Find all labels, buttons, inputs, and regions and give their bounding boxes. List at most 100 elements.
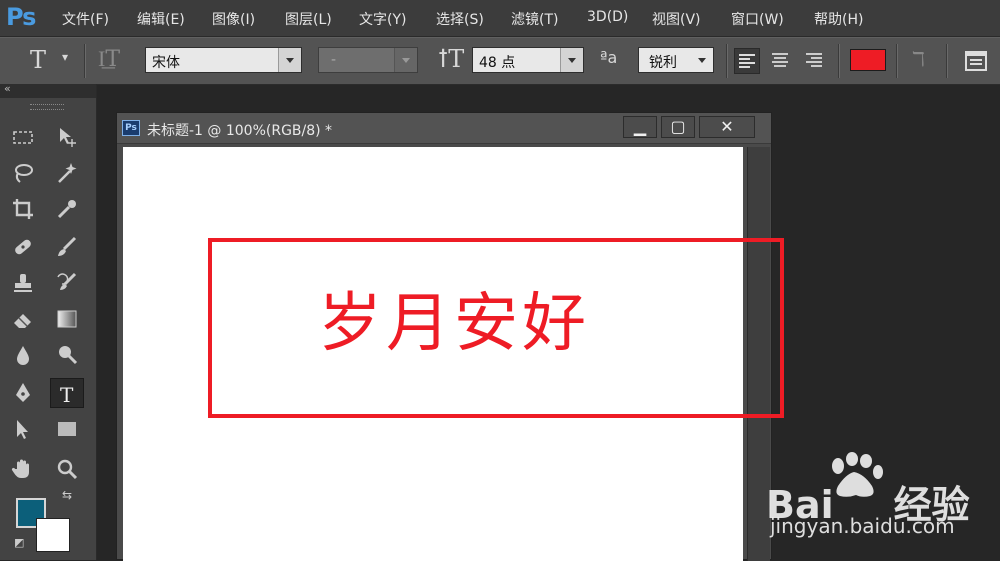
watermark-url: jingyan.baidu.com (770, 514, 955, 538)
align-right-button[interactable] (802, 48, 828, 74)
align-left-button[interactable] (734, 48, 760, 74)
menu-type[interactable]: 文字(Y) (359, 9, 406, 29)
align-center-icon (772, 53, 788, 67)
text-color-swatch[interactable] (850, 49, 886, 71)
menu-view[interactable]: 视图(V) (652, 9, 701, 29)
chevron-down-icon (278, 48, 301, 72)
menu-filter[interactable]: 滤镜(T) (511, 9, 558, 29)
eraser-tool[interactable] (6, 304, 40, 334)
stamp-icon (14, 274, 32, 292)
pen-tool[interactable] (6, 378, 40, 408)
gradient-tool[interactable] (50, 304, 84, 334)
gradient-icon (57, 310, 77, 328)
font-family-value: 宋体 (152, 55, 180, 71)
separator (946, 44, 948, 78)
magic-wand-icon (58, 163, 77, 183)
type-tool-preset-icon[interactable]: T (30, 46, 46, 74)
history-brush-icon (57, 272, 77, 290)
maximize-button[interactable]: ▢ (661, 116, 695, 138)
rectangle-icon (58, 422, 76, 436)
antialias-select[interactable]: 锐利 (638, 47, 714, 73)
arrow-pointer-icon (17, 420, 28, 439)
pen-icon (16, 383, 30, 402)
photoshop-logo: Ps (6, 3, 36, 31)
eyedropper-icon (57, 200, 76, 219)
lasso-tool[interactable] (6, 158, 40, 188)
clone-stamp-tool[interactable] (6, 268, 40, 298)
grip-handle[interactable] (30, 104, 64, 110)
align-center-button[interactable] (768, 48, 794, 74)
font-family-select[interactable]: 宋体 (145, 47, 302, 73)
eraser-icon (14, 314, 31, 328)
crop-tool[interactable] (6, 194, 40, 224)
menu-image[interactable]: 图像(I) (212, 9, 255, 29)
lasso-icon (15, 164, 33, 183)
character-panel-button[interactable] (964, 50, 988, 72)
menu-3d[interactable]: 3D(D) (587, 9, 628, 25)
stepper-arrows-icon (691, 48, 713, 72)
blur-tool[interactable] (6, 340, 40, 370)
eyedropper-tool[interactable] (50, 194, 84, 224)
panels-icon (965, 51, 987, 71)
document-titlebar[interactable]: Ps 未标题-1 @ 100%(RGB/8) * ▁ ▢ ✕ (117, 113, 771, 144)
healing-brush-tool[interactable] (6, 232, 40, 262)
chevron-down-icon (560, 48, 583, 72)
font-style-select[interactable]: - (318, 47, 418, 73)
separator (84, 44, 86, 78)
menu-layer[interactable]: 图层(L) (285, 9, 332, 29)
history-brush-tool[interactable] (50, 268, 84, 298)
document-title: 未标题-1 @ 100%(RGB/8) * (147, 123, 333, 139)
close-button[interactable]: ✕ (699, 116, 755, 138)
zoom-tool[interactable] (50, 454, 84, 484)
brush-icon (58, 236, 77, 256)
move-icon (60, 128, 76, 147)
marquee-tool[interactable] (6, 122, 40, 152)
type-tool[interactable]: T (50, 378, 84, 408)
tools-panel: « T ⇆ ◩ (0, 82, 97, 560)
background-color-swatch[interactable] (36, 518, 70, 552)
rectangle-tool[interactable] (50, 414, 84, 444)
font-style-value: - (331, 52, 337, 68)
brush-tool[interactable] (50, 232, 84, 262)
separator (896, 44, 898, 78)
swap-colors-icon[interactable]: ⇆ (62, 488, 72, 502)
drop-icon (17, 346, 29, 365)
font-size-select[interactable]: 48 点 (472, 47, 584, 73)
separator (726, 44, 728, 78)
menu-select[interactable]: 选择(S) (436, 9, 484, 29)
default-colors-icon[interactable]: ◩ (14, 536, 24, 549)
align-left-icon (739, 54, 755, 68)
menu-window[interactable]: 窗口(W) (731, 9, 784, 29)
hand-tool[interactable] (6, 454, 40, 484)
type-icon: T (60, 383, 74, 406)
crop-icon (13, 199, 33, 219)
canvas-text-layer[interactable]: 岁月安好 (318, 272, 590, 364)
minimize-button[interactable]: ▁ (623, 116, 657, 138)
bandage-icon (15, 239, 31, 255)
font-size-value: 48 点 (479, 55, 516, 71)
menu-edit[interactable]: 编辑(E) (137, 9, 185, 29)
warp-text-icon[interactable]: ℸ (912, 47, 925, 71)
path-selection-tool[interactable] (6, 414, 40, 444)
chevron-down-icon (394, 48, 417, 72)
tools-panel-header[interactable]: « (0, 82, 96, 98)
magnifier-dodge-icon (59, 346, 78, 365)
align-right-icon (806, 53, 822, 67)
hand-icon (11, 459, 29, 478)
menu-help[interactable]: 帮助(H) (814, 9, 863, 29)
antialias-value: 锐利 (649, 55, 677, 71)
svg-text:T: T (60, 383, 74, 406)
toggle-text-orientation-icon[interactable]: I͟T (98, 46, 120, 72)
marquee-icon (13, 131, 33, 144)
zoom-icon (57, 459, 78, 480)
menu-file[interactable]: 文件(F) (62, 9, 109, 29)
dodge-tool[interactable] (50, 340, 84, 370)
magic-wand-tool[interactable] (50, 158, 84, 188)
preset-dropdown-arrow-icon[interactable]: ▾ (62, 50, 68, 64)
collapse-icon[interactable]: « (4, 82, 11, 95)
separator (838, 44, 840, 78)
menu-bar: Ps 文件(F) 编辑(E) 图像(I) 图层(L) 文字(Y) 选择(S) 滤… (0, 0, 1000, 37)
ps-document-icon: Ps (122, 120, 140, 136)
antialias-icon: ªa (600, 48, 618, 67)
move-tool[interactable] (50, 122, 84, 152)
